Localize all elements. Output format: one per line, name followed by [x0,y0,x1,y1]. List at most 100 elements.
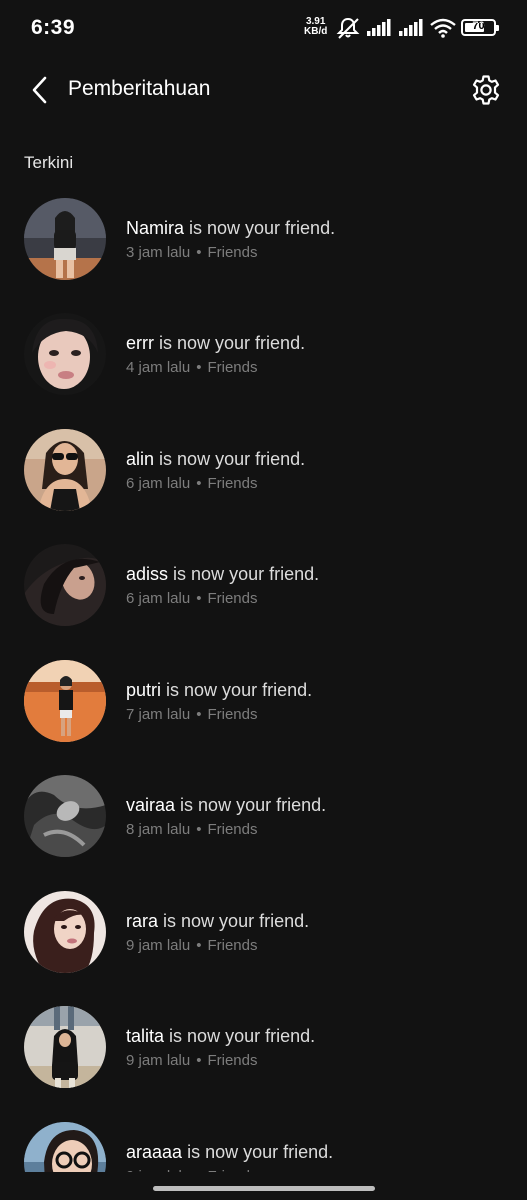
notification-category: Friends [207,359,258,376]
notification-category: Friends [207,475,258,492]
notification-username: araaaa [126,1142,183,1162]
avatar-photo [24,198,106,280]
notification-item[interactable]: vairaa is now your friend. 8 jam lalu • Fr… [0,775,527,871]
battery-level: 70 [472,20,485,32]
notification-category: Friends [207,244,258,261]
battery-icon: 70 [461,19,499,36]
notification-time: 9 jam lalu [126,1052,191,1069]
notification-message: is now your friend. [169,1026,316,1046]
avatar[interactable] [24,429,106,511]
notification-text: errr is now your friend. [126,333,305,354]
notification-meta: 3 jam lalu • Friends [126,244,258,261]
home-indicator[interactable] [153,1186,375,1191]
notification-item[interactable]: rara is now your friend. 9 jam lalu • Frie… [0,891,527,987]
notification-text: Namira is now your friend. [126,218,335,239]
notification-meta: 6 jam lalu • Friends [126,590,258,607]
avatar-photo [24,660,106,742]
network-speed: 3.91 KB/d [304,17,327,37]
notification-meta: 4 jam lalu • Friends [126,359,258,376]
mute-icon [336,17,360,39]
notification-message: is now your friend. [187,1142,334,1162]
signal-icon-sim1 [367,19,391,36]
app-header: Pemberitahuan [0,60,527,120]
avatar[interactable] [24,544,106,626]
notification-meta: 9 jam lalu • Friends [126,937,258,954]
avatar[interactable] [24,891,106,973]
notification-item[interactable]: talita is now your friend. 9 jam lalu • Fr… [0,1006,527,1102]
notification-item[interactable]: Namira is now your friend. 3 jam lalu • Fr… [0,198,527,294]
notification-item[interactable]: errr is now your friend. 4 jam lalu • Frie… [0,313,527,409]
status-bar: 6:39 3.91 KB/d 70 [0,0,527,56]
chevron-left-icon [32,76,47,104]
wifi-icon [430,18,456,38]
separator-dot: • [196,937,202,954]
notification-time: 4 jam lalu [126,359,191,376]
notification-username: alin [126,449,155,469]
avatar-photo [24,891,106,973]
section-label-recent: Terkini [24,153,74,172]
notification-meta: 9 jam lalu • Friends [126,1052,258,1069]
separator-dot: • [196,706,202,723]
notification-text: araaaa is now your friend. [126,1142,333,1163]
avatar-photo [24,1006,106,1088]
separator-dot: • [196,475,202,492]
avatar[interactable] [24,775,106,857]
gear-icon [472,75,500,105]
notification-time: 8 jam lalu [126,821,191,838]
notification-item[interactable]: alin is now your friend. 6 jam lalu • Frie… [0,429,527,525]
signal-icon-sim2 [399,19,423,36]
notification-meta: 6 jam lalu • Friends [126,475,258,492]
back-button[interactable] [22,72,58,108]
notification-username: vairaa [126,795,176,815]
notification-message: is now your friend. [180,795,327,815]
notification-text: vairaa is now your friend. [126,795,326,816]
notification-message: is now your friend. [173,564,320,584]
notification-category: Friends [207,706,258,723]
notification-time: 9 jam lalu [126,937,191,954]
notifications-screen: 6:39 3.91 KB/d 70 Pemberitahuan Terkini … [0,0,527,1200]
notification-category: Friends [207,590,258,607]
notification-category: Friends [207,937,258,954]
notification-time: 7 jam lalu [126,706,191,723]
avatar-photo [24,313,106,395]
separator-dot: • [196,1052,202,1069]
notification-message: is now your friend. [163,911,310,931]
settings-button[interactable] [466,70,506,110]
avatar-photo [24,775,106,857]
notification-text: adiss is now your friend. [126,564,319,585]
avatar-photo [24,544,106,626]
notification-username: rara [126,911,159,931]
notification-message: is now your friend. [159,449,306,469]
notification-username: adiss [126,564,169,584]
notification-time: 6 jam lalu [126,590,191,607]
network-speed-unit: KB/d [304,26,328,37]
notification-item[interactable]: putri is now your friend. 7 jam lalu • Fri… [0,660,527,756]
separator-dot: • [196,359,202,376]
notification-username: Namira [126,218,190,238]
notification-message: is now your friend. [166,680,313,700]
notification-username: talita [126,1026,165,1046]
avatar[interactable] [24,313,106,395]
notification-text: putri is now your friend. [126,680,312,701]
notification-text: talita is now your friend. [126,1026,315,1047]
notification-username: putri [126,680,162,700]
notification-category: Friends [207,821,258,838]
avatar[interactable] [24,198,106,280]
page-title: Pemberitahuan [68,77,211,100]
notification-message: is now your friend. [159,333,306,353]
notification-meta: 8 jam lalu • Friends [126,821,258,838]
notification-meta: 7 jam lalu • Friends [126,706,258,723]
notification-username: errr [126,333,154,353]
notification-category: Friends [207,1052,258,1069]
notification-time: 3 jam lalu [126,244,191,261]
avatar-photo [24,429,106,511]
separator-dot: • [196,590,202,607]
avatar[interactable] [24,660,106,742]
separator-dot: • [196,821,202,838]
status-time: 6:39 [31,16,76,39]
notification-text: rara is now your friend. [126,911,309,932]
notification-message: is now your friend. [189,218,336,238]
notification-time: 6 jam lalu [126,475,191,492]
avatar[interactable] [24,1006,106,1088]
notification-item[interactable]: adiss is now your friend. 6 jam lalu • Fri… [0,544,527,640]
